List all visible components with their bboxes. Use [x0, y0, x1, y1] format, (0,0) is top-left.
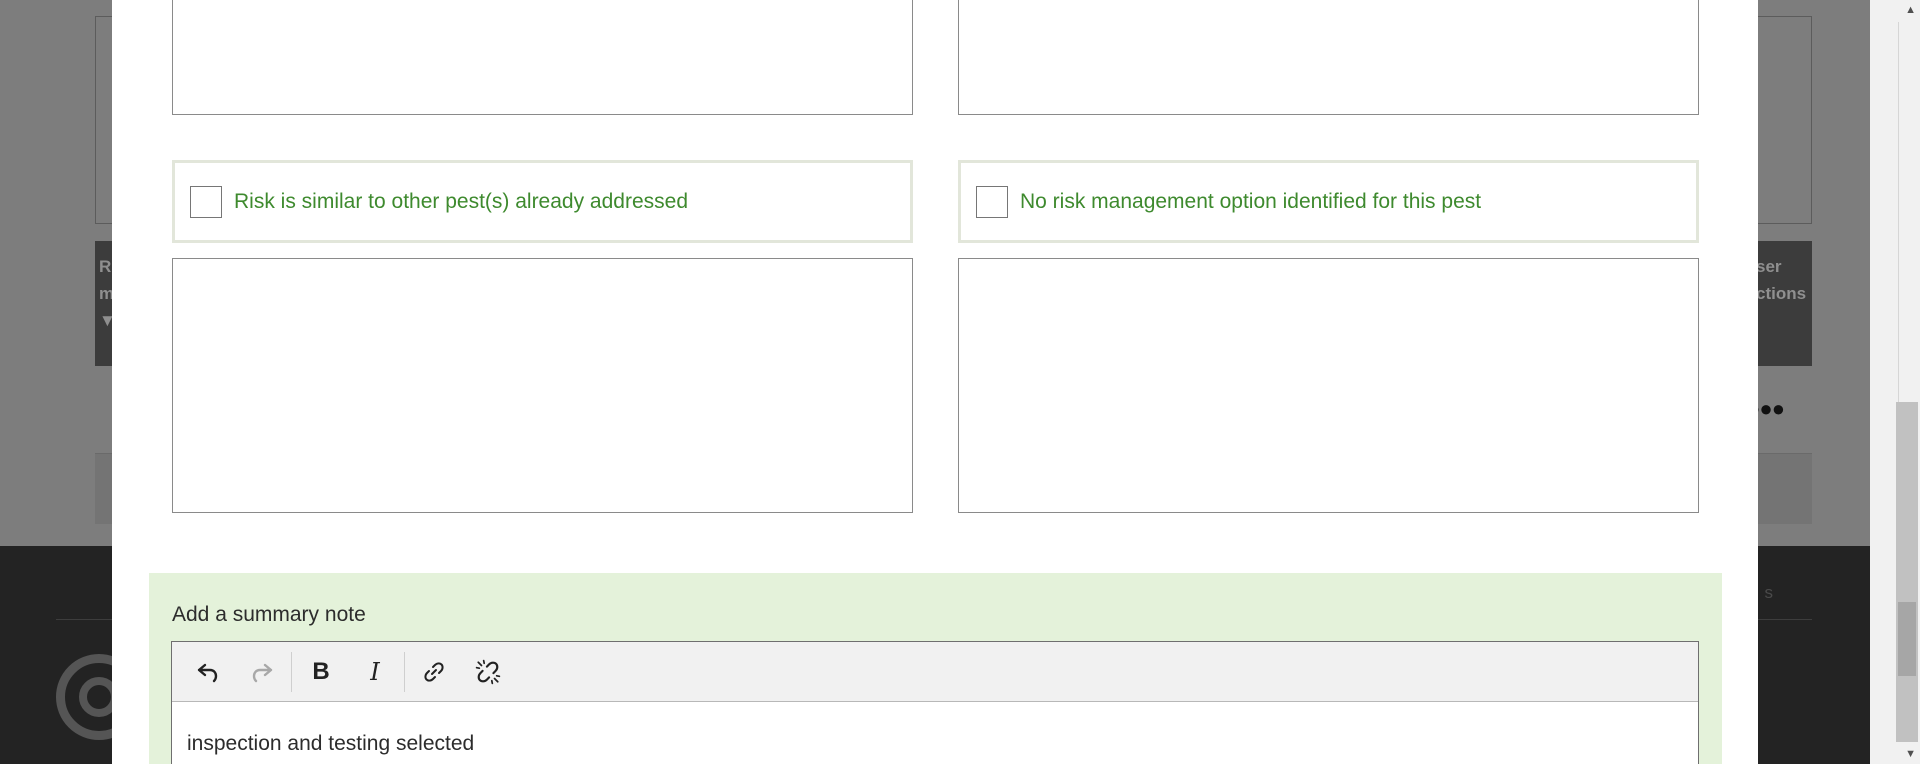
checkbox-panel-similar-risk: Risk is similar to other pest(s) already… — [172, 160, 913, 243]
page-scrollbar[interactable]: ▲ ▼ — [1870, 0, 1920, 764]
no-option-checkbox[interactable] — [976, 185, 1008, 218]
scroll-down-arrow-icon[interactable]: ▼ — [1905, 748, 1916, 760]
redo-icon — [252, 663, 273, 682]
summary-note-title: Add a summary note — [172, 603, 366, 626]
no-option-label[interactable]: No risk management option identified for… — [1020, 190, 1481, 214]
scroll-up-arrow-icon[interactable]: ▲ — [1905, 4, 1916, 16]
scroll-thumb-handle[interactable] — [1898, 602, 1916, 676]
summary-note-text[interactable]: inspection and testing selected — [187, 732, 474, 756]
top-left-textarea[interactable] — [172, 0, 913, 115]
editor-toolbar: B I — [172, 642, 1698, 702]
link-button[interactable] — [407, 650, 461, 694]
no-option-textarea[interactable] — [958, 258, 1699, 513]
similar-risk-textarea[interactable] — [172, 258, 913, 513]
redo-button[interactable] — [235, 650, 289, 694]
scroll-thumb[interactable] — [1896, 402, 1918, 742]
unlink-icon — [475, 659, 501, 684]
toolbar-separator — [291, 651, 292, 692]
background-header-right-text: ser ctions — [1756, 257, 1807, 303]
top-right-textarea[interactable] — [958, 0, 1699, 115]
bold-icon: B — [312, 657, 330, 685]
toolbar-separator — [404, 651, 405, 692]
similar-risk-checkbox[interactable] — [190, 185, 222, 218]
italic-button[interactable]: I — [348, 650, 402, 694]
modal-dialog: Risk is similar to other pest(s) already… — [112, 0, 1758, 764]
checkbox-panel-no-option: No risk management option identified for… — [958, 160, 1699, 243]
link-icon — [424, 661, 444, 682]
undo-button[interactable] — [181, 650, 235, 694]
footer-text: s — [1764, 583, 1774, 602]
summary-note-section: Add a summary note B I inspection and te… — [149, 573, 1722, 764]
bold-button[interactable]: B — [294, 650, 348, 694]
similar-risk-label[interactable]: Risk is similar to other pest(s) already… — [234, 190, 688, 214]
unlink-button[interactable] — [461, 650, 515, 694]
undo-icon — [197, 663, 218, 682]
summary-note-editor: B I inspection and testing selected — [171, 641, 1699, 764]
italic-icon: I — [370, 657, 380, 686]
